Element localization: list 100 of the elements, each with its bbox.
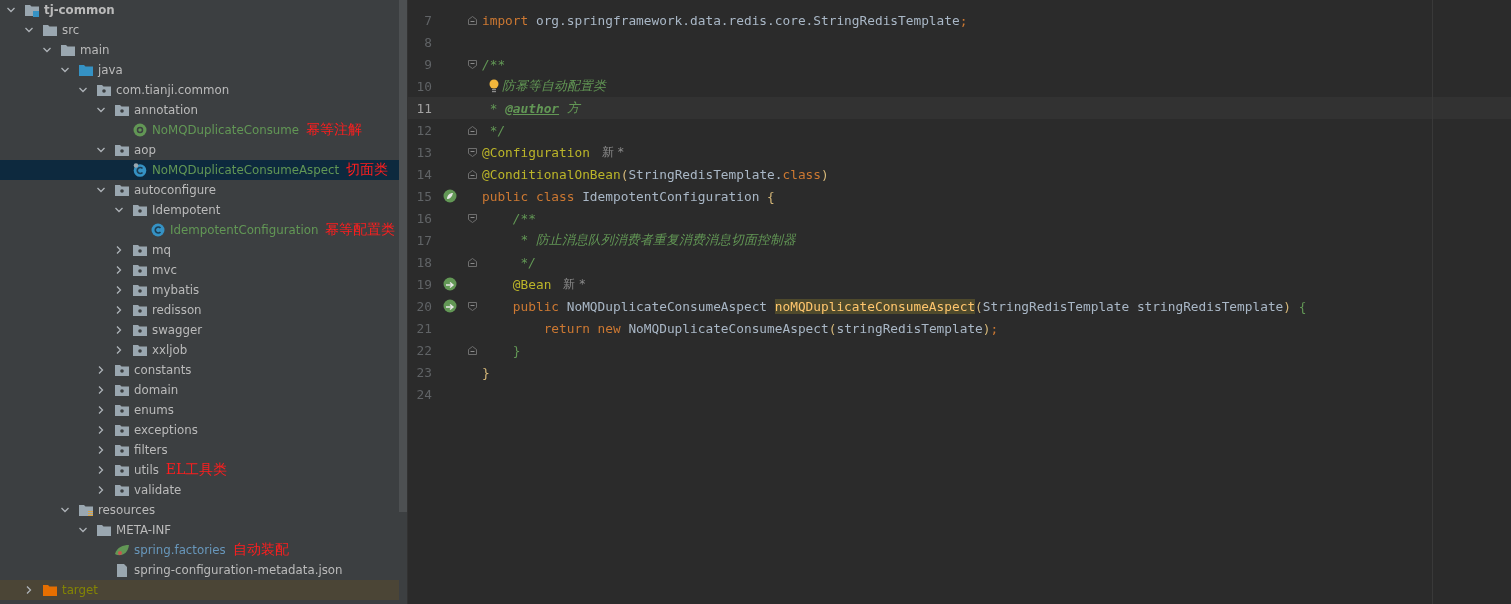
package-icon — [96, 83, 112, 97]
package-icon — [132, 303, 148, 317]
tree-item[interactable]: annotation — [0, 100, 399, 120]
line-number: 9 — [423, 56, 432, 72]
line-number: 14 — [415, 166, 432, 182]
tree-item[interactable]: main — [0, 40, 399, 60]
tree-item-label: filters — [133, 443, 169, 457]
code-comment: * — [488, 100, 499, 116]
tree-item[interactable]: META-INF — [0, 520, 399, 540]
code-comment: 方 — [565, 99, 580, 117]
class-icon — [132, 163, 148, 177]
line-number: 12 — [415, 122, 432, 138]
tree-item[interactable]: IdempotentConfiguration 幂等配置类 — [0, 220, 399, 240]
tree-item[interactable]: autoconfigure — [0, 180, 399, 200]
tree-item[interactable]: tj-common — [0, 0, 399, 20]
package-icon — [114, 463, 130, 477]
tree-item-label: domain — [133, 383, 180, 397]
line-number: 24 — [415, 386, 432, 402]
tree-item[interactable]: filters — [0, 440, 399, 460]
line-number: 16 — [415, 210, 432, 226]
code-token: ( — [620, 166, 629, 182]
tree-item[interactable]: validate — [0, 480, 399, 500]
tree-item[interactable]: domain — [0, 380, 399, 400]
tree-item[interactable]: enums — [0, 400, 399, 420]
line-number: 21 — [415, 320, 432, 336]
tree-item[interactable]: mybatis — [0, 280, 399, 300]
code-token: noMQDuplicateConsumeAspect — [774, 298, 976, 314]
tree-item[interactable]: Idempotent — [0, 200, 399, 220]
code-token: ) — [982, 320, 991, 336]
tree-item[interactable]: redisson — [0, 300, 399, 320]
author-hint: 新 * — [563, 275, 586, 293]
tree-item-label: NoMQDuplicateConsumeAspect — [151, 163, 341, 177]
package-icon — [132, 323, 148, 337]
tree-item[interactable]: spring-configuration-metadata.json — [0, 560, 399, 580]
tree-item[interactable]: constants — [0, 360, 399, 380]
tree-item[interactable]: com.tianji.common — [0, 80, 399, 100]
code-token: return new — [542, 320, 621, 336]
package-icon — [114, 423, 130, 437]
tree-item-label: utils — [133, 463, 160, 477]
line-number: 23 — [415, 364, 432, 380]
tree-item-label: resources — [97, 503, 157, 517]
code-token: stringRedisTemplate — [836, 320, 983, 336]
code-token: } — [511, 342, 521, 358]
code-token: { — [1297, 298, 1307, 314]
line-number: 15 — [415, 188, 432, 204]
folder-icon — [42, 583, 58, 597]
tree-item-label: redisson — [151, 303, 203, 317]
annotation-note: 幂等注解 — [306, 121, 362, 139]
line-number: 7 — [423, 12, 432, 28]
line-number: 22 — [415, 342, 432, 358]
tree-item-label: NoMQDuplicateConsume — [151, 123, 300, 137]
line-number: 19 — [415, 276, 432, 292]
tree-item-label: swagger — [151, 323, 204, 337]
tree-item[interactable]: swagger — [0, 320, 399, 340]
tree-item-label: autoconfigure — [133, 183, 217, 197]
package-icon — [114, 103, 130, 117]
tree-item[interactable]: exceptions — [0, 420, 399, 440]
tree-item[interactable]: utils EL工具类 — [0, 460, 399, 480]
tree-item[interactable]: mvc — [0, 260, 399, 280]
code-token: @ConditionalOnBean — [482, 166, 621, 182]
tree-item-label: java — [97, 63, 124, 77]
tree-item[interactable]: aop — [0, 140, 399, 160]
tree-item-label: tj-common — [43, 3, 116, 17]
tree-item[interactable]: java — [0, 60, 399, 80]
line-number: 13 — [415, 144, 432, 160]
tree-item-label: annotation — [133, 103, 199, 117]
tree-item[interactable]: mq — [0, 240, 399, 260]
folder-icon — [96, 523, 112, 537]
code-token: { — [767, 188, 775, 204]
class-icon — [150, 223, 166, 237]
annotation-icon — [132, 123, 148, 137]
code-token: NoMQDuplicateConsumeAspect — [565, 298, 769, 314]
scrollbar[interactable] — [399, 0, 407, 512]
tree-item-label: mq — [151, 243, 172, 257]
annotation-note: 切面类 — [346, 161, 389, 179]
tree-item[interactable]: NoMQDuplicateConsumeAspect 切面类 — [0, 160, 399, 180]
tree-item[interactable]: spring.factories 自动装配 — [0, 540, 399, 560]
code-comment: /** — [482, 56, 506, 72]
code-token: class — [782, 166, 822, 182]
author-hint: 新 * — [601, 143, 624, 161]
package-icon — [114, 403, 130, 417]
tree-item-label: validate — [133, 483, 183, 497]
package-icon — [132, 203, 148, 217]
tree-item[interactable]: src — [0, 20, 399, 40]
tree-item-label: spring.factories — [133, 543, 227, 557]
line-number: 11 — [415, 100, 432, 116]
package-icon — [132, 283, 148, 297]
tree-item-label: mvc — [151, 263, 178, 277]
tree-item[interactable]: xxljob — [0, 340, 399, 360]
package-icon — [114, 363, 130, 377]
tree-item-label: xxljob — [151, 343, 189, 357]
tree-item[interactable]: resources — [0, 500, 399, 520]
code-comment: 防幂等自动配置类 — [502, 77, 606, 95]
tree-item[interactable]: NoMQDuplicateConsume 幂等注解 — [0, 120, 399, 140]
tree-item-label: aop — [133, 143, 157, 157]
code-comment: */ — [488, 122, 506, 138]
folder-icon — [60, 43, 76, 57]
tree-item-label: target — [61, 583, 99, 597]
code-token: ; — [959, 12, 968, 28]
package-icon — [132, 343, 148, 357]
